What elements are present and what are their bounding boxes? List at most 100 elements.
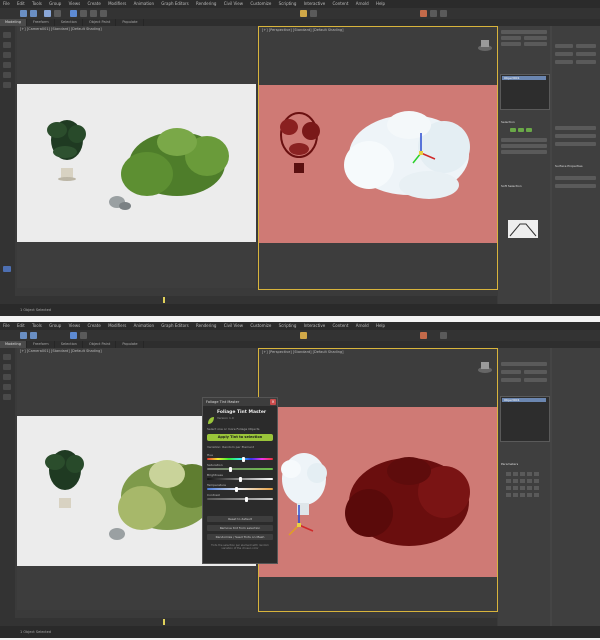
move-icon[interactable] [80, 332, 87, 339]
viewport-right[interactable]: [+] [Perspective] [Standard] [Default Sh… [258, 348, 498, 612]
panel-button[interactable] [524, 378, 547, 382]
tab-object-paint[interactable]: Object Paint [84, 341, 117, 348]
section-header[interactable]: Soft Selection [501, 184, 522, 188]
undo-icon[interactable] [20, 10, 27, 17]
reset-default-button[interactable]: Reset to default [207, 516, 273, 522]
tool-icon[interactable] [3, 384, 11, 390]
menu-item[interactable]: Content [330, 0, 352, 8]
menu-item[interactable]: Customize [247, 0, 274, 8]
contrast-slider[interactable]: Contrast [207, 493, 273, 502]
time-slider[interactable] [15, 296, 497, 304]
panel-button[interactable] [555, 60, 573, 64]
slider-track[interactable] [207, 458, 273, 460]
menu-item[interactable]: Arnold [353, 0, 372, 8]
render-setup-icon[interactable] [430, 10, 437, 17]
dialog-title[interactable]: Foliage Tint Master [203, 398, 277, 406]
tool-icon[interactable] [3, 394, 11, 400]
menu-item[interactable]: Customize [247, 322, 274, 330]
menu-item[interactable]: Scripting [276, 0, 300, 8]
panel-button[interactable] [524, 370, 547, 374]
menu-item[interactable]: Create [84, 0, 103, 8]
panel-button[interactable] [501, 36, 521, 40]
brightness-slider[interactable]: Brightness [207, 473, 273, 482]
tool-icon[interactable] [3, 354, 11, 360]
menu-item[interactable]: File [0, 322, 13, 330]
panel-button[interactable] [576, 52, 596, 56]
tab-freeform[interactable]: Freeform [28, 341, 55, 348]
move-icon[interactable] [80, 10, 87, 17]
scale-icon[interactable] [100, 10, 107, 17]
menu-item[interactable]: Edit [14, 0, 28, 8]
tab-populate[interactable]: Populate [117, 19, 144, 26]
slider-track[interactable] [207, 468, 273, 470]
link-icon[interactable] [44, 10, 51, 17]
section-header[interactable]: Surface Properties [555, 164, 583, 168]
menu-item[interactable]: Content [330, 322, 352, 330]
tab-modeling[interactable]: Modeling [0, 341, 27, 348]
menu-item[interactable]: Tools [29, 322, 45, 330]
panel-button[interactable] [501, 138, 547, 142]
undo-icon[interactable] [20, 332, 27, 339]
menu-item[interactable]: Animation [131, 0, 157, 8]
vertex-icon[interactable] [510, 128, 516, 132]
modifier-stack-list[interactable]: Object001 [500, 396, 550, 442]
tool-icon[interactable] [3, 374, 11, 380]
menu-item[interactable]: Arnold [353, 322, 372, 330]
slider-knob[interactable] [229, 466, 233, 472]
redo-icon[interactable] [30, 10, 37, 17]
menu-item[interactable]: Views [66, 0, 84, 8]
viewport-left[interactable]: [+] [Camera001] [Standard] [Default Shad… [17, 26, 256, 288]
panel-button[interactable] [555, 142, 596, 146]
panel-button[interactable] [524, 36, 547, 40]
viewport-right[interactable]: [+] [Perspective] [Standard] [Default Sh… [258, 26, 498, 290]
panel-button[interactable] [555, 44, 573, 48]
menu-item[interactable]: Modifiers [105, 0, 129, 8]
tab-object-paint[interactable]: Object Paint [84, 19, 117, 26]
menu-item[interactable]: Rendering [193, 0, 219, 8]
section-header[interactable]: Selection [501, 120, 515, 124]
panel-button[interactable] [555, 184, 596, 188]
panel-button[interactable] [501, 42, 521, 46]
render-icon[interactable] [420, 332, 427, 339]
face-icon[interactable] [526, 128, 532, 132]
menu-item[interactable]: Modifiers [105, 322, 129, 330]
menu-item[interactable]: Graph Editors [158, 322, 191, 330]
snap-icon[interactable] [300, 332, 307, 339]
section-header[interactable]: Parameters [501, 462, 518, 466]
apply-tint-button[interactable]: Apply Tint to selection [207, 434, 273, 441]
menu-item[interactable]: File [0, 0, 13, 8]
temperature-slider[interactable]: Temperature [207, 483, 273, 492]
menu-item[interactable]: Group [46, 322, 64, 330]
tool-icon[interactable] [3, 72, 11, 78]
tool-icon[interactable] [3, 82, 11, 88]
hue-slider[interactable]: Hue [207, 453, 273, 462]
tool-icon[interactable] [3, 266, 11, 272]
slider-knob[interactable] [244, 496, 248, 502]
select-icon[interactable] [70, 10, 77, 17]
panel-button[interactable] [576, 60, 596, 64]
variation-mode-label[interactable]: Variation: Random per Element [207, 445, 254, 449]
tab-selection[interactable]: Selection [56, 19, 83, 26]
viewport-label[interactable]: [+] [Camera001] [Standard] [Default Shad… [20, 349, 102, 353]
render-icon[interactable] [420, 10, 427, 17]
menu-item[interactable]: Tools [29, 0, 45, 8]
panel-button[interactable] [501, 150, 547, 154]
teapot-icon[interactable] [440, 10, 447, 17]
tool-icon[interactable] [3, 52, 11, 58]
panel-button[interactable] [501, 378, 521, 382]
panel-button[interactable] [501, 30, 547, 34]
modifier-stack-item[interactable]: Object001 [502, 398, 546, 402]
panel-button[interactable] [555, 176, 596, 180]
menu-item[interactable]: Create [84, 322, 103, 330]
tool-icon[interactable] [3, 32, 11, 38]
tab-freeform[interactable]: Freeform [28, 19, 55, 26]
redo-icon[interactable] [30, 332, 37, 339]
time-slider-handle[interactable] [163, 297, 165, 303]
panel-button[interactable] [555, 134, 596, 138]
slider-knob[interactable] [235, 486, 239, 492]
tab-populate[interactable]: Populate [117, 341, 144, 348]
tool-icon[interactable] [3, 62, 11, 68]
rotate-icon[interactable] [90, 10, 97, 17]
select-icon[interactable] [70, 332, 77, 339]
time-slider[interactable] [15, 618, 497, 626]
